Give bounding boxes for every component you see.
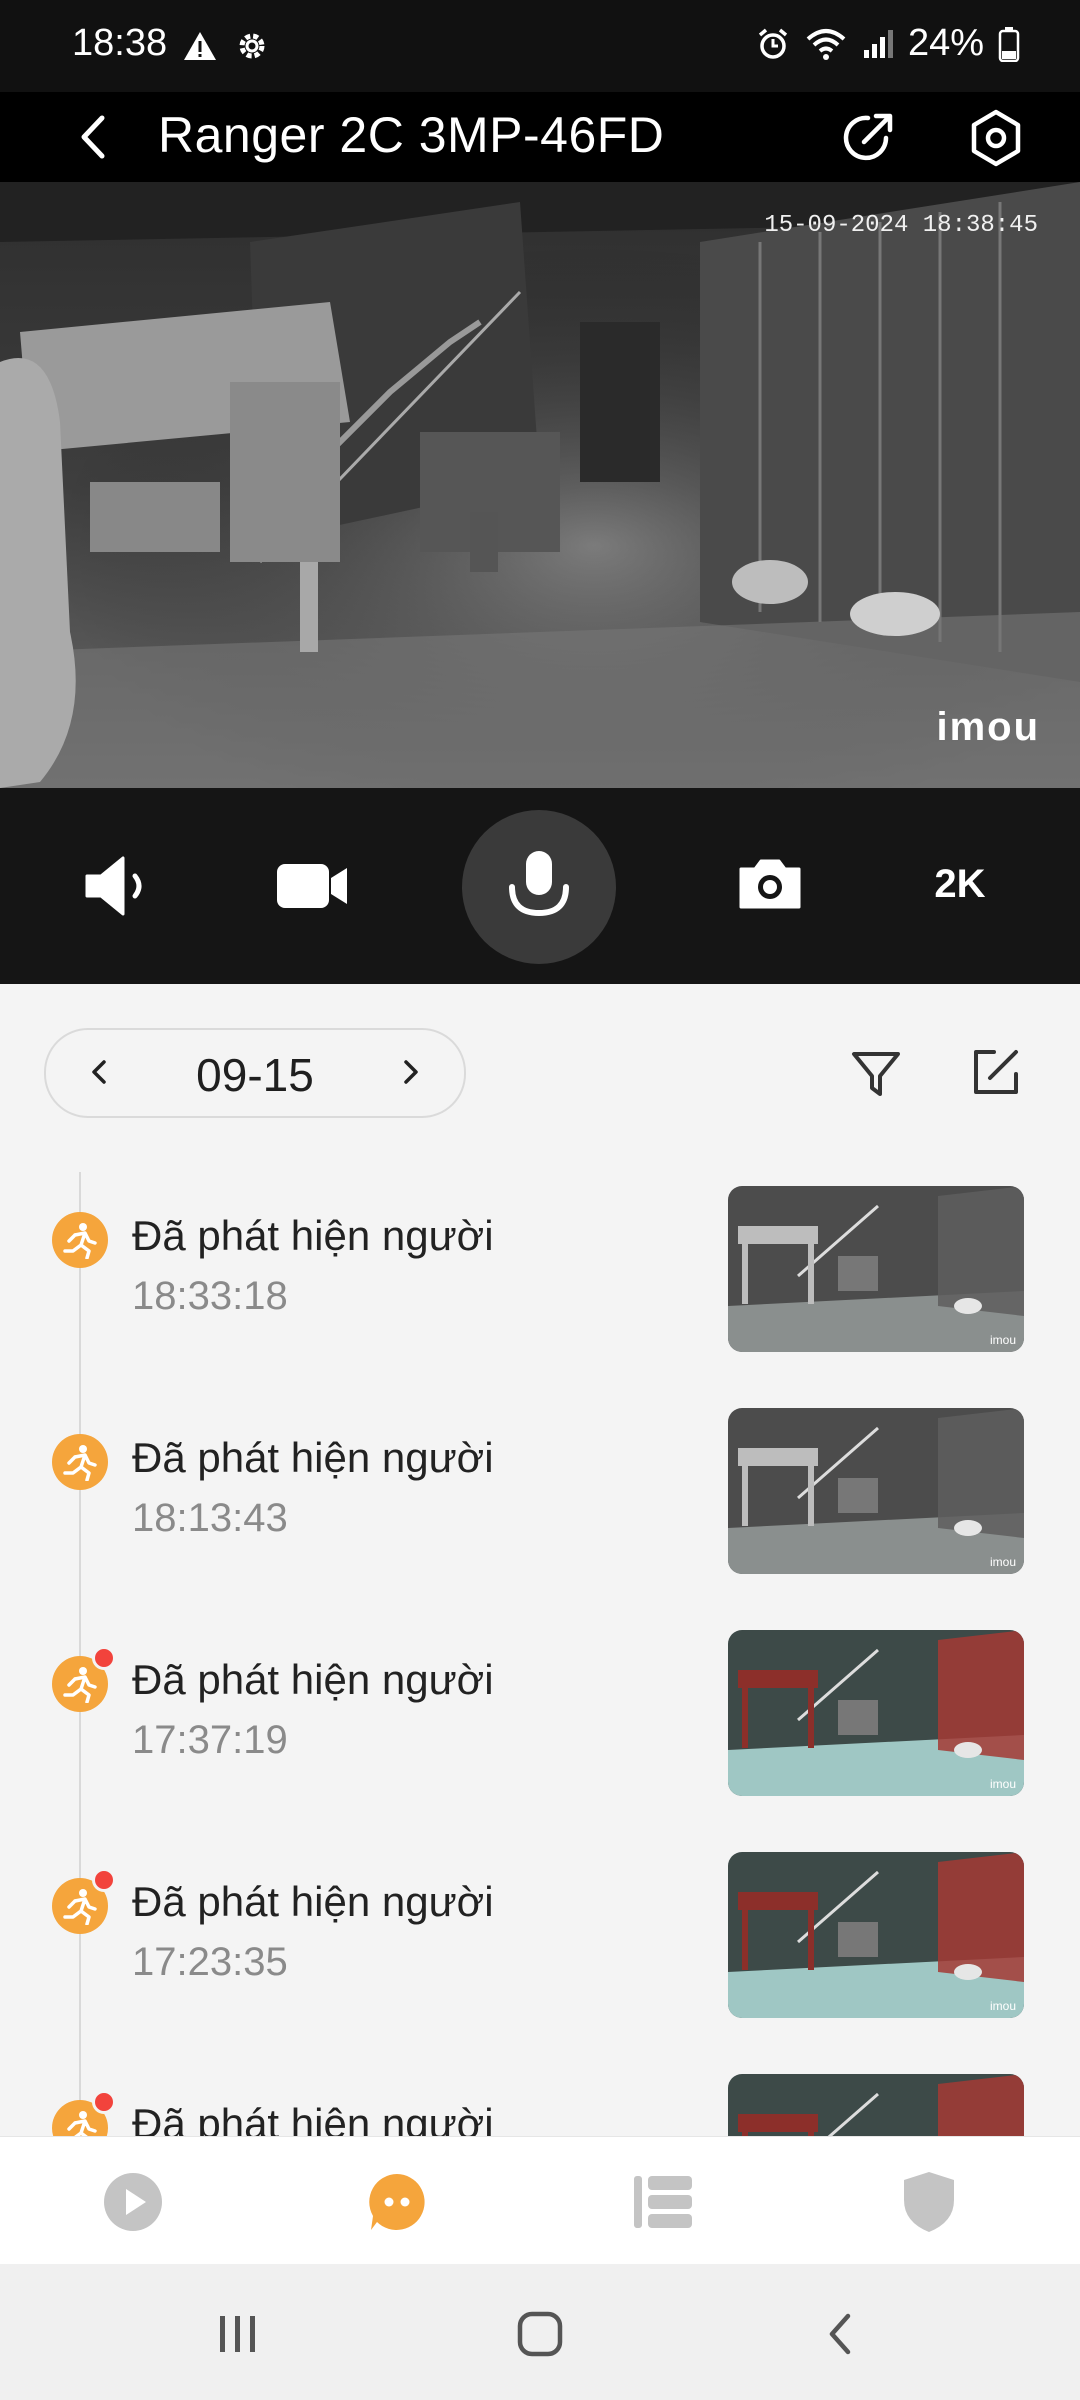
event-row[interactable]: Đã phát hiện người 17:37:19 imou [0, 1612, 1080, 1834]
talk-button[interactable] [462, 810, 616, 964]
live-video[interactable]: 15-09-2024 18:38:45 imou [0, 182, 1080, 788]
warning-icon [184, 32, 216, 60]
shield-icon [904, 2172, 954, 2232]
camera-icon [739, 859, 801, 909]
event-row[interactable]: Đã phát hiện người 17:23:35 imou [0, 1834, 1080, 2056]
svg-text:imou: imou [990, 1333, 1016, 1347]
nav-security[interactable] [894, 2167, 964, 2237]
signal-icon [863, 29, 893, 58]
list-icon [634, 2176, 692, 2228]
system-nav-bar [0, 2264, 1080, 2400]
event-title: Đã phát hiện người [132, 1878, 494, 1925]
event-thumbnail[interactable]: imou [728, 1852, 1024, 2018]
human-detection-icon [52, 1212, 108, 1268]
event-row[interactable]: Đã phát hiện người 18:13:43 imou [0, 1390, 1080, 1612]
home-icon[interactable] [510, 2304, 570, 2364]
event-title: Đã phát hiện người [132, 1212, 494, 1259]
unread-dot [92, 1646, 116, 1670]
nav-messages[interactable] [362, 2167, 432, 2237]
snapshot-button[interactable] [730, 844, 810, 924]
settings-icon[interactable] [966, 108, 1026, 168]
speaker-icon [85, 856, 142, 916]
event-title: Đã phát hiện người [132, 1434, 494, 1481]
svg-text:imou: imou [990, 1999, 1016, 2013]
event-time: 18:13:43 [132, 1496, 288, 1540]
quality-toggle[interactable]: 2K [910, 844, 1010, 924]
event-thumbnail[interactable]: imou [728, 1186, 1024, 1352]
event-time: 17:37:19 [132, 1718, 288, 1762]
back-arrow-icon[interactable] [68, 110, 122, 164]
recent-apps-icon[interactable] [208, 2304, 268, 2364]
share-icon[interactable] [840, 108, 898, 166]
status-time: 18:38 [72, 22, 168, 64]
date-selector: 09-15 [44, 1028, 466, 1118]
filter-icon[interactable] [848, 1046, 904, 1102]
app-bar: Ranger 2C 3MP-46FD [0, 92, 1080, 182]
event-title: Đã phát hiện người [132, 2100, 494, 2136]
event-list: Đã phát hiện người 18:33:18 imou Đã phát hi… [0, 1168, 1080, 2136]
svg-text:imou: imou [990, 1777, 1016, 1791]
event-thumbnail[interactable]: imou [728, 2074, 1024, 2136]
chevron-right-icon[interactable] [390, 1052, 430, 1092]
event-thumbnail[interactable]: imou [728, 1630, 1024, 1796]
back-icon[interactable] [812, 2304, 872, 2364]
speaker-button[interactable] [78, 846, 164, 926]
event-time: 18:33:18 [132, 1274, 288, 1318]
video-timestamp: 15-09-2024 18:38:45 [764, 212, 1038, 239]
unread-dot [92, 2090, 116, 2114]
svg-text:imou: imou [990, 1555, 1016, 1569]
microphone-icon [509, 851, 569, 917]
brand-watermark: imou [936, 705, 1040, 749]
record-button[interactable] [266, 846, 358, 926]
gear-icon [239, 33, 265, 59]
video-record-icon [277, 864, 347, 908]
event-thumbnail[interactable]: imou [728, 1408, 1024, 1574]
playback-icon [104, 2173, 162, 2231]
event-title: Đã phát hiện người [132, 1656, 494, 1703]
status-bar: 18:38 24% [0, 0, 1080, 92]
battery-percent: 24% [907, 22, 984, 64]
messages-icon [369, 2174, 425, 2230]
event-time: 17:23:35 [132, 1940, 288, 1984]
human-detection-icon [52, 1434, 108, 1490]
wifi-icon [806, 28, 846, 60]
control-bar: 2K [0, 788, 1080, 984]
camera-scene [0, 182, 1080, 788]
edit-icon[interactable] [968, 1044, 1024, 1100]
device-title: Ranger 2C 3MP-46FD [158, 107, 665, 163]
bottom-nav [0, 2136, 1080, 2265]
nav-list[interactable] [628, 2167, 698, 2237]
nav-playback[interactable] [98, 2167, 168, 2237]
unread-dot [92, 1868, 116, 1892]
event-row[interactable]: Đã phát hiện người imou [0, 2056, 1080, 2136]
alarm-icon [758, 28, 788, 59]
battery-icon [998, 26, 1020, 62]
event-row[interactable]: Đã phát hiện người 18:33:18 imou [0, 1168, 1080, 1390]
